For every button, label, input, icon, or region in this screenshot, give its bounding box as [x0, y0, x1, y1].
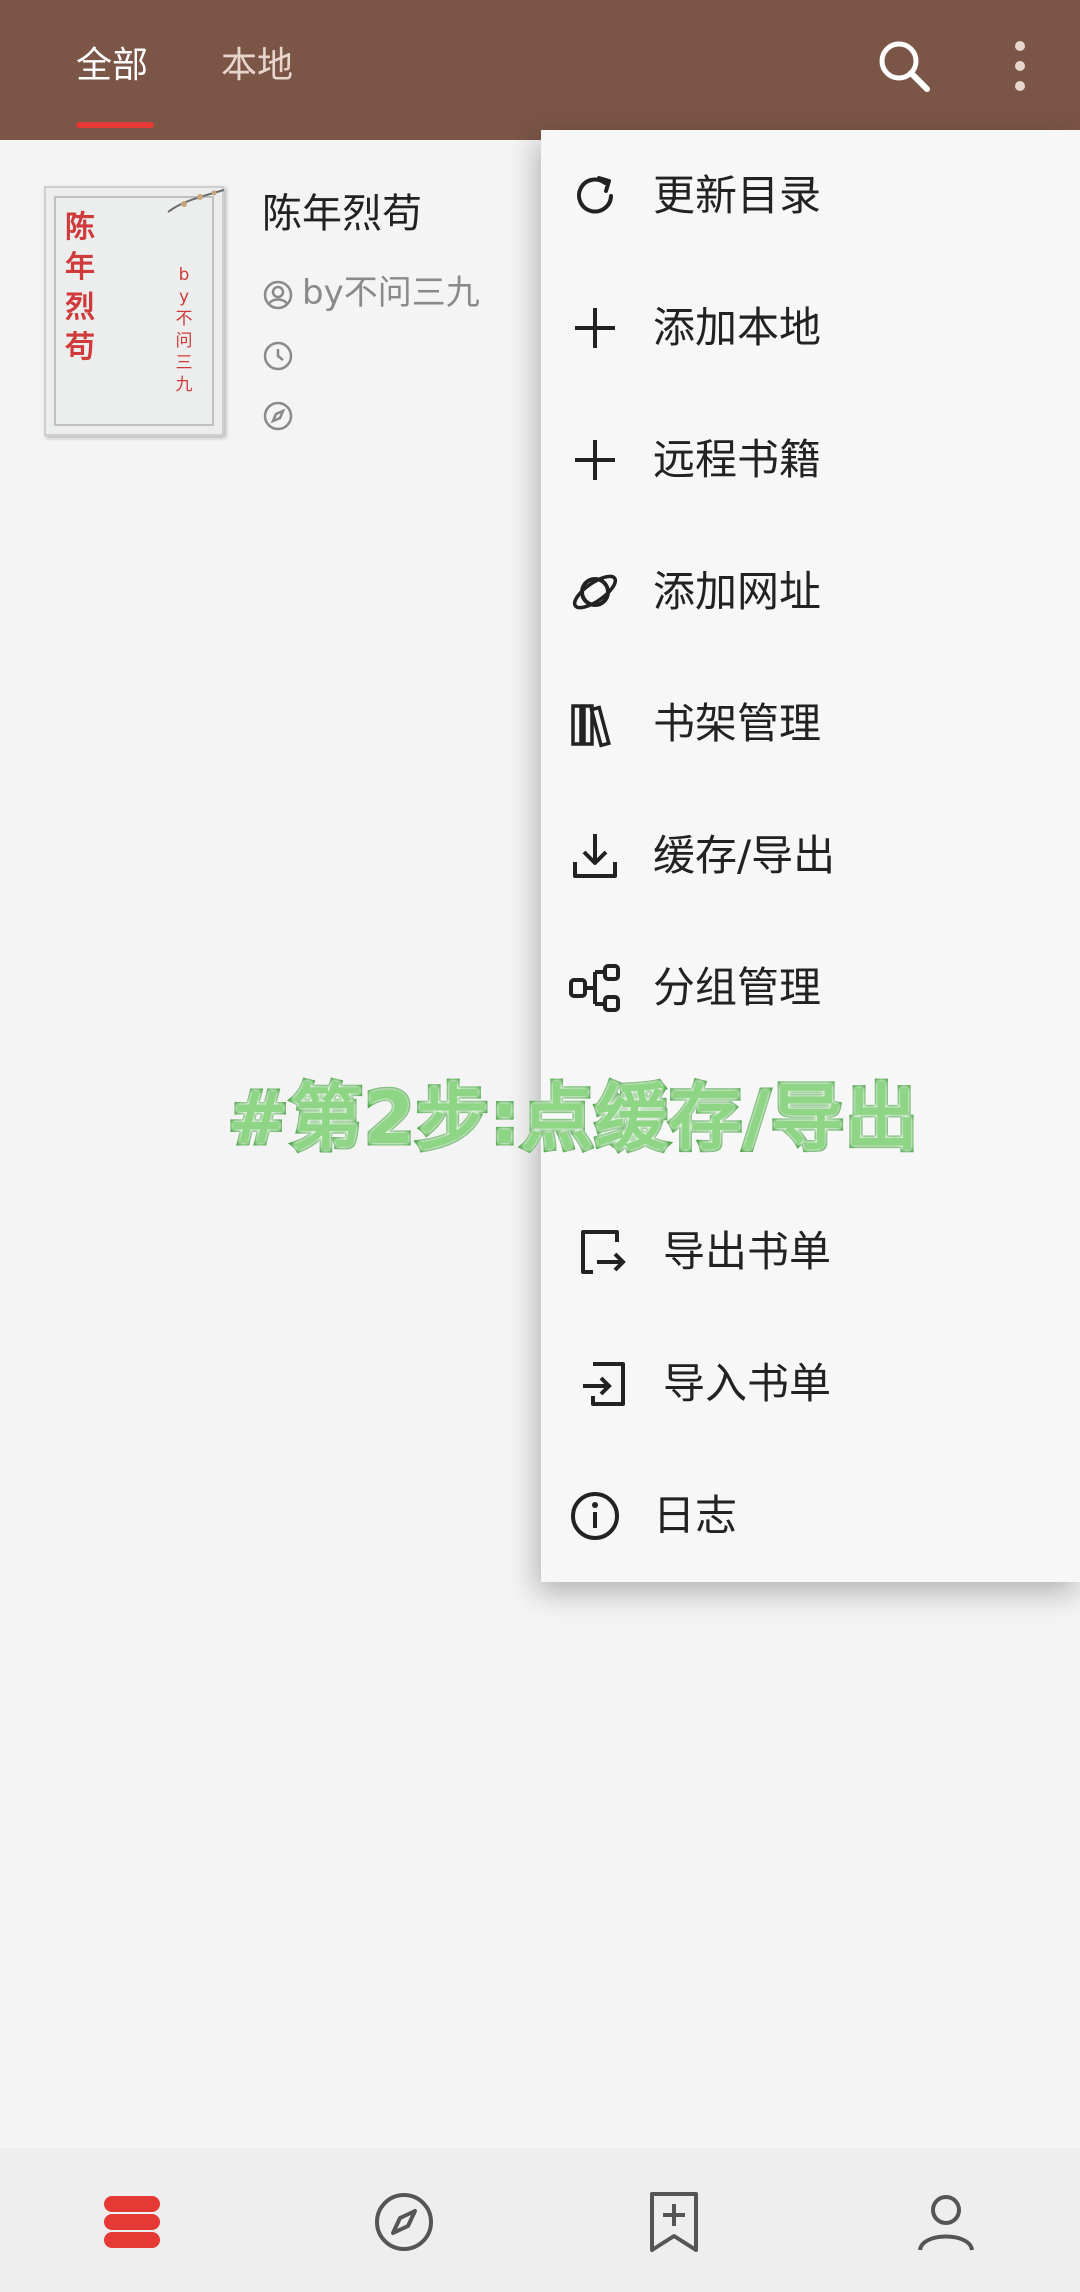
person-circle-icon: [263, 280, 293, 309]
bookshelf-icon: [104, 2196, 160, 2248]
menu-item-label: 导入书单: [663, 1359, 832, 1408]
info-icon: [571, 1492, 619, 1540]
more-options-button[interactable]: [988, 34, 1052, 98]
menu-item-cache-export[interactable]: 缓存/导出: [541, 790, 1080, 922]
bottom-navigation: [0, 2148, 1080, 2292]
menu-item-export-booklist[interactable]: 导出书单: [541, 1186, 1080, 1318]
plum-branch-decoration: [167, 189, 225, 213]
cover-title-text: 陈年烈苟: [65, 210, 95, 365]
tab-all[interactable]: 全部: [76, 38, 148, 94]
menu-item-log[interactable]: 日志: [541, 1450, 1080, 1582]
search-button[interactable]: [872, 34, 936, 98]
menu-item-label: 缓存/导出: [653, 831, 836, 880]
book-author-row: by不问三九: [262, 273, 480, 313]
menu-item-shelf-manage[interactable]: 书架管理: [541, 658, 1080, 790]
compass-icon: [375, 2193, 433, 2251]
search-icon: [879, 41, 930, 92]
tab-local[interactable]: 本地: [221, 38, 293, 94]
compass-small-icon: [263, 401, 293, 430]
menu-item-group-manage[interactable]: 分组管理: [541, 922, 1080, 1054]
menu-item-label: 日志: [653, 1491, 738, 1540]
book-source-row: [262, 394, 294, 434]
book-title[interactable]: 陈年烈苟: [262, 186, 422, 242]
book-latest-row: [262, 334, 294, 374]
import-icon: [583, 1362, 625, 1406]
menu-item-label: 书架管理: [653, 699, 822, 748]
refresh-icon: [577, 176, 613, 214]
bookmark-add-icon: [650, 2192, 698, 2252]
download-icon: [573, 834, 617, 878]
planet-icon: [572, 574, 618, 610]
menu-item-update-catalog[interactable]: 更新目录: [541, 130, 1080, 262]
plus-icon: [575, 440, 615, 480]
nav-bookmark[interactable]: [642, 2190, 706, 2254]
menu-item-label: 导出书单: [663, 1227, 832, 1276]
tutorial-annotation: #第2步:点缓存/导出: [226, 1074, 921, 1163]
group-icon: [569, 964, 620, 1012]
menu-item-import-booklist[interactable]: 导入书单: [541, 1318, 1080, 1450]
cover-author-text: by不问三九: [175, 265, 193, 395]
menu-item-label: 分组管理: [653, 963, 822, 1012]
person-icon: [918, 2195, 974, 2251]
overflow-menu: 更新目录 添加本地 远程书籍 添加网址 书架管理 缓存/导出 分组管理 导出书单…: [541, 130, 1080, 1582]
nav-profile[interactable]: [914, 2190, 978, 2254]
plus-icon: [575, 308, 615, 348]
books-icon: [571, 704, 611, 748]
export-icon: [581, 1230, 626, 1274]
clock-icon: [263, 341, 293, 370]
book-author: by不问三九: [302, 273, 480, 313]
nav-bookshelf[interactable]: [100, 2190, 164, 2254]
book-cover[interactable]: 陈年烈苟 by不问三九: [44, 186, 225, 436]
menu-item-label: 更新目录: [653, 171, 822, 220]
menu-item-label: 远程书籍: [653, 435, 822, 484]
top-app-bar: 全部 本地: [0, 0, 1080, 140]
tab-indicator: [76, 122, 154, 128]
more-vert-icon: [1015, 41, 1025, 91]
menu-item-label: 添加本地: [653, 303, 822, 352]
menu-item-add-url[interactable]: 添加网址: [541, 526, 1080, 658]
menu-item-label: 添加网址: [653, 567, 822, 616]
nav-discover[interactable]: [372, 2190, 436, 2254]
menu-item-add-local[interactable]: 添加本地: [541, 262, 1080, 394]
menu-item-remote-books[interactable]: 远程书籍: [541, 394, 1080, 526]
